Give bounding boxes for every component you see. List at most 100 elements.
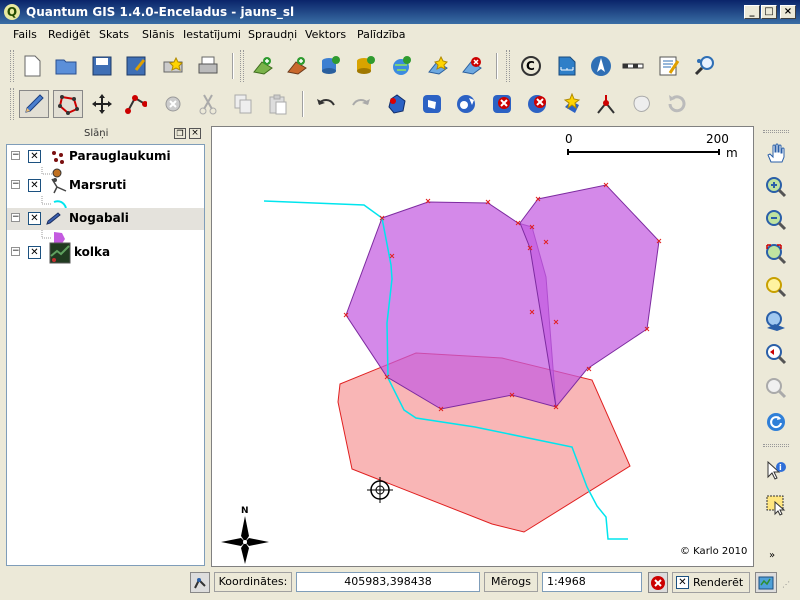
menu-bar: Fails Rediģēt Skats Slānis Iestatījumi S… [0,24,800,44]
menu-skats[interactable]: Skats [99,28,129,41]
render-toggle[interactable]: ✕ Renderēt [672,572,750,593]
save-project-icon[interactable] [89,53,115,79]
coordinate-toggle-icon[interactable] [190,572,210,593]
scale-field[interactable]: 1:4968 [542,572,642,592]
editing-pencil-icon [46,212,61,225]
render-checkbox[interactable]: ✕ [676,576,689,589]
move-feature-icon[interactable] [89,91,115,117]
line-layer-icon [51,178,67,194]
copyright-label-icon[interactable]: C [518,53,544,79]
menu-rediget[interactable]: Rediģēt [48,28,90,41]
annotation-icon[interactable] [656,53,682,79]
reshape-feature-icon[interactable] [559,91,585,117]
collapse-icon[interactable]: − [11,247,20,256]
coordinates-field[interactable]: 405983,398438 [296,572,480,592]
north-arrow-icon[interactable] [588,53,614,79]
svg-text:i: i [779,463,782,472]
zoom-to-layer-icon[interactable] [763,308,789,334]
simplify-feature-icon[interactable] [385,91,411,117]
menu-slanis[interactable]: Slānis [142,28,175,41]
menu-vektors[interactable]: Vektors [305,28,346,41]
collapse-icon[interactable]: − [11,213,20,222]
toolbar-grip[interactable] [240,50,244,82]
zoom-last-icon[interactable] [763,341,789,367]
toolbar-grip[interactable] [763,130,789,133]
scalebar-unit-label: m [726,146,738,160]
merge-features-icon[interactable] [629,91,655,117]
add-spatialite-layer-icon[interactable] [353,53,379,79]
zoom-in-icon[interactable] [763,174,789,200]
refresh-icon[interactable] [763,409,789,435]
undock-icon[interactable]: ❐ [174,128,186,139]
menu-palidziba[interactable]: Palīdzība [357,28,406,41]
toolbar-overflow-icon[interactable]: » [769,550,775,561]
map-canvas[interactable]: 0 200 m N © Karlo 2010 [211,126,754,567]
toolbar-grip[interactable] [763,444,789,447]
map-svg[interactable]: 0 200 m N © Karlo 2010 [212,127,755,568]
delete-part-icon[interactable] [524,91,550,117]
window-title: Quantum GIS 1.4.0-Enceladus - jauns_sl [26,5,295,19]
toolbar-grip[interactable] [10,50,14,82]
toolbar-grip[interactable] [10,88,14,120]
collapse-icon[interactable]: − [11,180,20,189]
zoom-out-icon[interactable] [763,207,789,233]
remove-layer-icon[interactable] [459,53,485,79]
coordinates-label: Koordinātes: [214,572,292,592]
layer-item-parauglaukumi[interactable]: − ✕ Parauglaukumi [7,146,204,168]
projection-icon[interactable] [755,572,777,593]
close-panel-icon[interactable]: × [189,128,201,139]
add-vector-layer-icon[interactable] [250,53,276,79]
menu-iestatijumi[interactable]: Iestatījumi [183,28,241,41]
zoom-to-selection-icon[interactable] [763,274,789,300]
cut-features-icon[interactable] [195,91,221,117]
stop-render-icon[interactable] [648,572,668,593]
identify-features-icon[interactable]: i [763,458,789,484]
layer-item-kolka[interactable]: − ✕ kolka [7,242,204,264]
copy-features-icon[interactable] [230,91,256,117]
add-ring-icon[interactable] [419,91,445,117]
minimize-button[interactable]: _ [744,5,760,19]
paste-features-icon[interactable] [265,91,291,117]
scalebar-icon[interactable] [554,53,580,79]
toggle-editing-icon[interactable] [19,90,49,118]
search-tool-icon[interactable] [692,53,718,79]
add-island-icon[interactable] [453,91,479,117]
close-button[interactable]: × [780,5,796,19]
delete-ring-icon[interactable] [489,91,515,117]
menu-fails[interactable]: Fails [13,28,37,41]
add-wms-layer-icon[interactable] [389,53,415,79]
menu-spraudni[interactable]: Spraudņi [248,28,297,41]
layer-item-marsruti[interactable]: − ✕ Marsruti [7,175,204,197]
add-raster-layer-icon[interactable] [284,53,310,79]
print-icon[interactable] [195,53,221,79]
new-vector-layer-icon[interactable] [425,53,451,79]
layer-visibility-checkbox[interactable]: ✕ [28,150,41,163]
resize-grip-icon[interactable]: ⋰ [782,580,796,594]
toolbar-grip[interactable] [506,50,510,82]
save-as-icon[interactable] [123,53,149,79]
layer-visibility-checkbox[interactable]: ✕ [28,179,41,192]
layer-name: Parauglaukumi [69,149,171,163]
zoom-full-icon[interactable] [763,241,789,267]
select-features-icon[interactable] [763,492,789,518]
delete-selected-icon[interactable] [160,91,186,117]
redo-icon[interactable] [348,91,374,117]
split-features-icon[interactable] [593,91,619,117]
rotate-point-symbols-icon[interactable] [664,91,690,117]
open-project-icon[interactable] [53,53,79,79]
zoom-next-icon[interactable] [763,375,789,401]
print-composer-icon[interactable] [160,53,186,79]
layer-visibility-checkbox[interactable]: ✕ [28,212,41,225]
collapse-icon[interactable]: − [11,151,20,160]
add-postgis-layer-icon[interactable] [318,53,344,79]
maximize-button[interactable]: □ [761,5,777,19]
layer-visibility-checkbox[interactable]: ✕ [28,246,41,259]
pan-hand-icon[interactable] [763,140,789,166]
undo-icon[interactable] [313,91,339,117]
layer-item-nogabali[interactable]: − ✕ Nogabali [7,208,204,230]
add-polygon-icon[interactable] [53,90,83,118]
decoration-icon[interactable] [620,53,646,79]
new-project-icon[interactable] [19,53,45,79]
node-tool-icon[interactable] [123,91,149,117]
layers-panel-title: Slāņi [84,128,109,139]
